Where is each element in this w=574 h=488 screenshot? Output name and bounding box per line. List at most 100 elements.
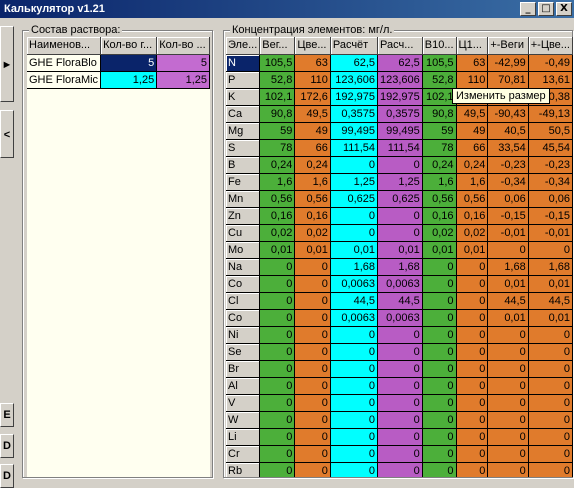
close-button[interactable]: X [556, 2, 572, 16]
value-cell[interactable]: 1,68 [528, 258, 573, 276]
value-cell[interactable]: 0 [487, 445, 529, 463]
value-cell[interactable]: 0 [377, 224, 423, 242]
value-cell[interactable]: 0 [456, 411, 489, 429]
value-cell[interactable]: 0 [456, 360, 489, 378]
value-cell[interactable]: 0,56 [294, 190, 331, 208]
concentration-row[interactable]: Cl 0 0 44,5 44,5 0 0 44,5 44,5 [226, 292, 573, 310]
element-cell[interactable]: Na [226, 258, 261, 276]
value-cell[interactable]: 0 [422, 377, 457, 395]
value-cell[interactable]: 0 [456, 394, 489, 412]
value-cell[interactable]: 0 [294, 394, 331, 412]
value-cell[interactable]: 0 [377, 360, 423, 378]
concentration-row[interactable]: Mo 0,01 0,01 0,01 0,01 0,01 0,01 0 0 [226, 241, 573, 259]
value-cell[interactable]: 0 [294, 445, 331, 463]
side-button-d2[interactable]: D [0, 464, 14, 488]
value-cell[interactable]: 0,01 [487, 275, 529, 293]
value-cell[interactable]: 13,61 [528, 71, 573, 89]
solution-row[interactable]: GHE FloraBlo 5 5 [27, 54, 210, 72]
value-cell[interactable]: 90,8 [259, 105, 296, 123]
value-cell[interactable]: 0 [456, 377, 489, 395]
concentration-row[interactable]: Ni 0 0 0 0 0 0 0 0 [226, 326, 573, 344]
value-cell[interactable]: 44,5 [487, 292, 529, 310]
maximize-button[interactable]: □ [538, 2, 554, 16]
element-cell[interactable]: Cl [226, 292, 261, 310]
value-cell[interactable]: 0,56 [422, 190, 457, 208]
value-cell[interactable]: 0 [294, 462, 331, 477]
element-cell[interactable]: Zn [226, 207, 261, 225]
concentration-column-header[interactable]: Ц1... [456, 37, 489, 55]
value-cell[interactable]: 0,01 [377, 241, 423, 259]
solution-column-header[interactable]: Кол-во ... [156, 37, 210, 55]
value-cell[interactable]: 50,5 [528, 122, 573, 140]
value-cell[interactable]: 0,16 [422, 207, 457, 225]
element-cell[interactable]: W [226, 411, 261, 429]
value-cell[interactable]: -0,34 [487, 173, 529, 191]
value-cell[interactable]: 0 [487, 343, 529, 361]
value-cell[interactable]: -0,01 [528, 224, 573, 242]
value-cell[interactable]: 0 [259, 462, 296, 477]
concentration-row[interactable]: Mn 0,56 0,56 0,625 0,625 0,56 0,56 0,06 0,06 [226, 190, 573, 208]
value-cell[interactable]: 0 [456, 292, 489, 310]
value-cell[interactable]: 0,06 [487, 190, 529, 208]
value-cell[interactable]: 0 [487, 326, 529, 344]
concentration-row[interactable]: Mg 59 49 99,495 99,495 59 49 40,5 50,5 [226, 122, 573, 140]
value-cell[interactable]: 52,8 [422, 71, 457, 89]
value-cell[interactable]: 0,3575 [377, 105, 423, 123]
element-cell[interactable]: Mo [226, 241, 261, 259]
value-cell[interactable]: 102,1 [259, 88, 296, 106]
element-cell[interactable]: Al [226, 377, 261, 395]
element-cell[interactable]: V [226, 394, 261, 412]
value-cell[interactable]: 33,54 [487, 139, 529, 157]
value-cell[interactable]: -0,49 [528, 54, 573, 72]
concentration-column-header[interactable]: Вег... [259, 37, 296, 55]
concentration-row[interactable]: W00000000 [226, 411, 573, 429]
value-cell[interactable]: 0 [528, 394, 573, 412]
solution-column-header[interactable]: Наименов... [27, 37, 102, 55]
value-cell[interactable]: 1,68 [330, 258, 379, 276]
value-cell[interactable]: 0 [330, 360, 379, 378]
value-cell[interactable]: 0,625 [330, 190, 379, 208]
element-cell[interactable]: Se [226, 343, 261, 361]
element-cell[interactable]: Li [226, 428, 261, 446]
solution-grid[interactable]: Наименов... Кол-во г... Кол-во ... GHE Flor… [27, 37, 210, 477]
value-cell[interactable]: 0 [377, 462, 423, 477]
concentration-column-header[interactable]: В10... [422, 37, 457, 55]
value-cell[interactable]: 0 [422, 275, 457, 293]
side-button-back[interactable]: < [0, 110, 14, 158]
value-cell[interactable]: -0,34 [528, 173, 573, 191]
value-cell[interactable]: 0 [487, 428, 529, 446]
value-cell[interactable]: 78 [422, 139, 457, 157]
value-cell[interactable]: 0 [528, 241, 573, 259]
value-cell[interactable]: 0 [377, 411, 423, 429]
value-cell[interactable]: 0,16 [259, 207, 296, 225]
value-cell[interactable]: 0 [259, 258, 296, 276]
value-cell[interactable]: 0,01 [528, 275, 573, 293]
value-cell[interactable]: 1,6 [422, 173, 457, 191]
value-cell[interactable]: -49,13 [528, 105, 573, 123]
value-cell[interactable]: 0 [422, 309, 457, 327]
value-cell[interactable]: 0 [259, 360, 296, 378]
value-cell[interactable]: 0 [456, 275, 489, 293]
value-cell[interactable]: 105,5 [422, 54, 457, 72]
value-cell[interactable]: 0 [377, 394, 423, 412]
value-cell[interactable]: 49,5 [456, 105, 489, 123]
value-cell[interactable]: 0 [294, 343, 331, 361]
value-cell[interactable]: 0 [294, 258, 331, 276]
value-cell[interactable]: 0 [259, 377, 296, 395]
concentration-row[interactable]: B 0,24 0,24 0 0 0,24 0,24 -0,23 -0,23 [226, 156, 573, 174]
value-cell[interactable]: 0 [456, 326, 489, 344]
value-cell[interactable]: 0 [377, 428, 423, 446]
value-cell[interactable]: 0,01 [487, 309, 529, 327]
value-cell[interactable]: 0 [456, 343, 489, 361]
solution-name-cell[interactable]: GHE FloraMic [27, 71, 102, 89]
concentration-row[interactable]: N 105,5 63 62,5 62,5 105,5 63 -42,99 -0,49 [226, 54, 573, 72]
concentration-row[interactable]: Cr 0 0 0 0 0 0 0 0 [226, 445, 573, 463]
value-cell[interactable]: 0 [456, 309, 489, 327]
value-cell[interactable]: 111,54 [330, 139, 379, 157]
value-cell[interactable]: 0 [422, 428, 457, 446]
value-cell[interactable]: 0 [487, 462, 529, 477]
value-cell[interactable]: 45,54 [528, 139, 573, 157]
concentration-row[interactable]: S 78 66 111,54 111,54 78 66 33,54 45,54 [226, 139, 573, 157]
value-cell[interactable]: 0 [330, 428, 379, 446]
value-cell[interactable]: 62,5 [377, 54, 423, 72]
